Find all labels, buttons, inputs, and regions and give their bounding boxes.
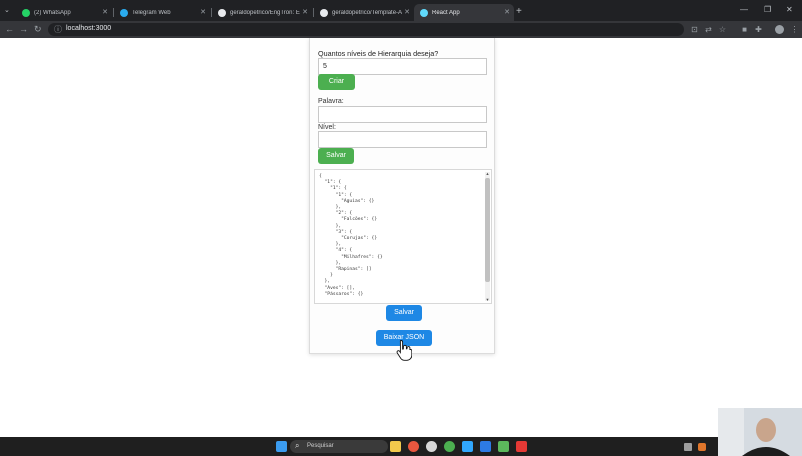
tray-app-icon[interactable] xyxy=(698,443,706,451)
windows-start-icon[interactable] xyxy=(276,441,287,452)
photoshop-icon[interactable] xyxy=(462,441,473,452)
forward-icon[interactable]: → xyxy=(19,24,28,34)
levels-input[interactable]: 5 xyxy=(318,58,487,75)
bookmark-star-icon[interactable]: ☆ xyxy=(718,25,727,34)
level-label: Nível: xyxy=(318,124,336,131)
minimize-icon[interactable]: — xyxy=(740,5,748,14)
close-tab-icon[interactable]: ✕ xyxy=(504,8,510,16)
obs-icon[interactable] xyxy=(426,441,437,452)
tab-react-app[interactable]: React App ✕ xyxy=(414,4,514,21)
tab-title: geraldopetrico/Template-Angu xyxy=(332,9,402,16)
telegram-icon xyxy=(120,8,128,17)
scroll-down-icon[interactable]: ▼ xyxy=(485,297,490,302)
json-scrollbar[interactable]: ▲ ▼ xyxy=(485,171,490,302)
json-output-textarea[interactable]: { "1": { "1": { "1": { "Aguias": {} }, "… xyxy=(314,169,492,304)
tray-chevron-icon[interactable] xyxy=(684,443,692,451)
save-button[interactable]: Salvar xyxy=(318,148,354,164)
reload-icon[interactable]: ↻ xyxy=(34,24,42,35)
hand-cursor-icon xyxy=(396,340,412,361)
level-input[interactable] xyxy=(318,131,487,148)
tab-telegram[interactable]: Telegram Web ✕ xyxy=(114,4,210,21)
json-text: { "1": { "1": { "1": { "Aguias": {} }, "… xyxy=(319,174,383,297)
tab-title: React App xyxy=(432,9,460,16)
close-window-icon[interactable]: ✕ xyxy=(786,5,793,14)
whatsapp-icon xyxy=(22,8,30,17)
address-bar[interactable]: ⓘ localhost:3000 xyxy=(48,23,684,36)
back-icon[interactable]: ← xyxy=(5,24,14,34)
vscode-icon[interactable] xyxy=(480,441,491,452)
close-tab-icon[interactable]: ✕ xyxy=(302,8,308,16)
app-red-icon[interactable] xyxy=(516,441,527,452)
levels-label: Quantos níveis de Hierarquia deseja? xyxy=(318,49,439,58)
site-info-icon[interactable]: ⓘ xyxy=(54,24,62,35)
restore-icon[interactable]: ❐ xyxy=(764,5,771,14)
webcam-overlay xyxy=(718,408,802,456)
extensions-puzzle-icon[interactable]: ✚ xyxy=(754,25,763,34)
chrome-icon[interactable] xyxy=(408,441,419,452)
word-input[interactable] xyxy=(318,106,487,123)
new-tab-button[interactable]: + xyxy=(516,6,522,17)
react-icon xyxy=(420,8,428,17)
tab-title: geraldopetrico/EngTron: Eurla xyxy=(230,9,300,16)
word-label: Palavra: xyxy=(318,98,344,105)
tab-whatsapp[interactable]: (2) WhatsApp ✕ xyxy=(16,4,112,21)
file-explorer-icon[interactable] xyxy=(390,441,401,452)
tab-github-engtron[interactable]: geraldopetrico/EngTron: Eurla ✕ xyxy=(212,4,312,21)
profile-avatar[interactable] xyxy=(775,25,784,34)
github-icon xyxy=(218,8,226,17)
github-icon xyxy=(320,8,328,17)
create-button[interactable]: Criar xyxy=(318,74,355,90)
close-tab-icon[interactable]: ✕ xyxy=(404,8,410,16)
save-json-button[interactable]: Salvar xyxy=(386,305,422,321)
scroll-up-icon[interactable]: ▲ xyxy=(485,171,490,176)
tab-title: Telegram Web xyxy=(132,9,171,16)
translate-icon[interactable]: ⇄ xyxy=(704,25,713,34)
webcam-person-image xyxy=(718,408,802,456)
browser-tab-strip: ⌄ (2) WhatsApp ✕ Telegram Web ✕ geraldop… xyxy=(0,0,802,21)
hierarchy-form-card: Quantos níveis de Hierarquia deseja? 5 C… xyxy=(309,38,495,354)
scroll-thumb[interactable] xyxy=(485,178,490,282)
browser-menu-icon[interactable]: ⋮ xyxy=(790,25,799,34)
search-placeholder: Pesquisar xyxy=(307,443,334,449)
windows-taskbar: ⌕ Pesquisar xyxy=(0,437,802,456)
install-app-icon[interactable]: ⊡ xyxy=(690,25,699,34)
taskbar-search-box[interactable]: ⌕ Pesquisar xyxy=(290,440,388,453)
search-icon: ⌕ xyxy=(295,441,300,450)
close-tab-icon[interactable]: ✕ xyxy=(102,8,108,16)
tab-search-chevron-icon[interactable]: ⌄ xyxy=(4,6,10,14)
extension-icon[interactable]: ■ xyxy=(740,25,749,34)
tab-title: (2) WhatsApp xyxy=(34,9,71,16)
page-viewport: Quantos níveis de Hierarquia deseja? 5 C… xyxy=(0,38,802,437)
app-icon[interactable] xyxy=(498,441,509,452)
chrome-profile-icon[interactable] xyxy=(444,441,455,452)
url-text: localhost:3000 xyxy=(66,25,112,32)
tab-github-template[interactable]: geraldopetrico/Template-Angu ✕ xyxy=(314,4,414,21)
browser-toolbar: ← → ↻ ⓘ localhost:3000 ⊡ ⇄ ☆ ■ ✚ ⋮ xyxy=(0,21,802,38)
close-tab-icon[interactable]: ✕ xyxy=(200,8,206,16)
